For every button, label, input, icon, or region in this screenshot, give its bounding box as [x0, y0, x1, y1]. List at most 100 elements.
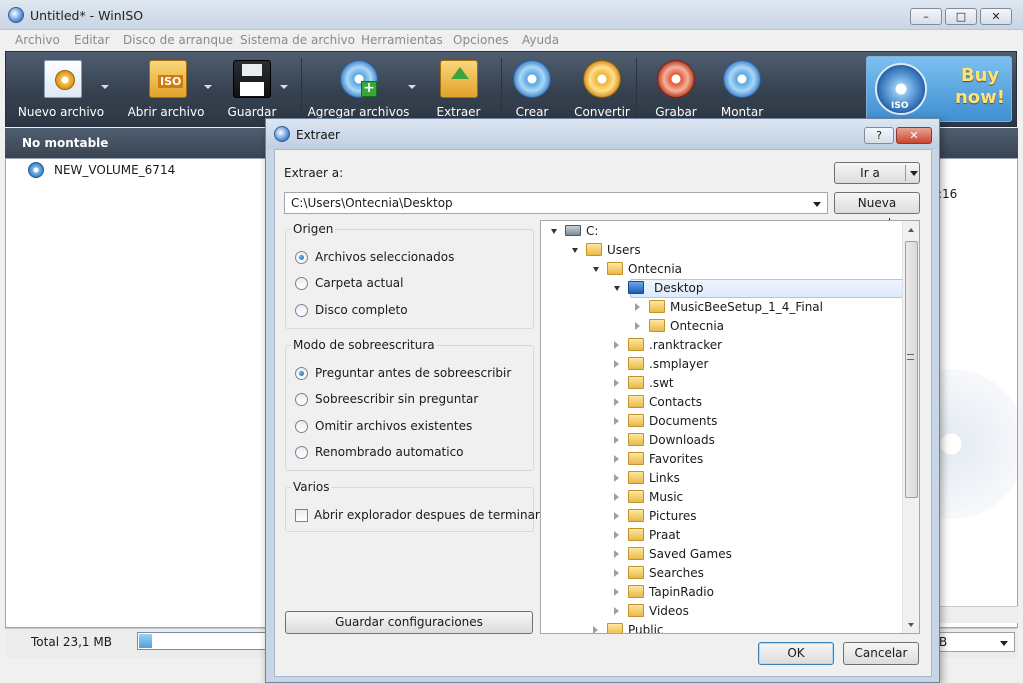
ok-button[interactable]: OK	[758, 642, 834, 665]
folder-tree-node[interactable]: Favorites	[541, 450, 901, 469]
folder-tree-node[interactable]: Pictures	[541, 507, 901, 526]
origin-radio-whole-disc[interactable]	[295, 304, 308, 317]
expand-arrow-icon[interactable]	[614, 607, 619, 615]
scroll-up-arrow-icon[interactable]	[908, 228, 914, 232]
menu-sistema-de-archivo[interactable]: Sistema de archivo	[240, 33, 355, 47]
minimize-button[interactable]: –	[910, 8, 942, 25]
collapse-arrow-icon[interactable]	[614, 286, 620, 291]
expand-arrow-icon[interactable]	[614, 493, 619, 501]
menu-ayuda[interactable]: Ayuda	[522, 33, 559, 47]
expand-arrow-icon[interactable]	[614, 360, 619, 368]
overwrite-option-label[interactable]: Omitir archivos existentes	[315, 419, 472, 433]
folder-tree-node[interactable]: Praat	[541, 526, 901, 545]
iso-tree-pane[interactable]	[5, 158, 270, 628]
folder-tree-node[interactable]: Music	[541, 488, 901, 507]
folder-tree-node[interactable]: .swt	[541, 374, 901, 393]
cancel-button[interactable]: Cancelar	[843, 642, 919, 665]
help-button[interactable]: ?	[864, 127, 894, 144]
origin-option-label[interactable]: Disco completo	[315, 303, 408, 317]
file-list-horizontal-scrollbar[interactable]	[935, 606, 1018, 623]
origin-option-label[interactable]: Archivos seleccionados	[315, 250, 454, 264]
save-settings-button[interactable]: Guardar configuraciones	[285, 611, 533, 634]
overwrite-radio-skip[interactable]	[295, 420, 308, 433]
mount-button[interactable]: Montar	[709, 52, 775, 128]
folder-tree-node[interactable]: .smplayer	[541, 355, 901, 374]
folder-tree-node[interactable]: Saved Games	[541, 545, 901, 564]
burn-button[interactable]: Grabar	[643, 52, 709, 128]
add-files-dropdown-arrow[interactable]	[408, 85, 416, 89]
expand-arrow-icon[interactable]	[614, 455, 619, 463]
open-file-button[interactable]: ISO Abrir archivo	[116, 52, 216, 128]
folder-tree-node[interactable]: Links	[541, 469, 901, 488]
open-explorer-checkbox[interactable]	[295, 509, 308, 522]
collapse-arrow-icon[interactable]	[593, 267, 599, 272]
dialog-close-button[interactable]: ✕	[896, 127, 932, 144]
expand-arrow-icon[interactable]	[614, 531, 619, 539]
folder-tree-node[interactable]: Public	[541, 621, 901, 633]
folder-tree-node[interactable]: .ranktracker	[541, 336, 901, 355]
extract-button[interactable]: Extraer	[426, 52, 491, 128]
menu-opciones[interactable]: Opciones	[453, 33, 509, 47]
scrollbar-thumb[interactable]	[905, 241, 918, 498]
close-button[interactable]: ✕	[980, 8, 1012, 25]
folder-tree-node[interactable]: Videos	[541, 602, 901, 621]
menu-disco-de-arranque[interactable]: Disco de arranque	[123, 33, 233, 47]
maximize-button[interactable]: □	[945, 8, 977, 25]
folder-tree-node[interactable]: Ontecnia	[541, 260, 901, 279]
menu-archivo[interactable]: Archivo	[15, 33, 60, 47]
overwrite-option-label[interactable]: Sobreescribir sin preguntar	[315, 392, 478, 406]
menu-herramientas[interactable]: Herramientas	[361, 33, 443, 47]
expand-arrow-icon[interactable]	[614, 512, 619, 520]
expand-arrow-icon[interactable]	[614, 379, 619, 387]
overwrite-option-label[interactable]: Renombrado automatico	[315, 445, 464, 459]
buy-now-button[interactable]: ISO Buy now!	[866, 56, 1012, 122]
folder-tree-node[interactable]: Documents	[541, 412, 901, 431]
collapse-arrow-icon[interactable]	[572, 248, 578, 253]
save-button[interactable]: Guardar	[220, 52, 284, 128]
folder-tree-node[interactable]: TapinRadio	[541, 583, 901, 602]
folder-tree-vertical-scrollbar[interactable]	[902, 221, 919, 633]
expand-arrow-icon[interactable]	[614, 436, 619, 444]
add-files-button[interactable]: + Agregar archivos	[306, 52, 411, 128]
open-explorer-label[interactable]: Abrir explorador despues de terminar	[314, 508, 540, 522]
folder-tree-node[interactable]: C:	[541, 222, 901, 241]
file-list-pane[interactable]: :16	[935, 158, 1018, 628]
expand-arrow-icon[interactable]	[635, 303, 640, 311]
goto-dropdown-button[interactable]: Ir a	[834, 162, 920, 184]
expand-arrow-icon[interactable]	[614, 417, 619, 425]
overwrite-radio-autorename[interactable]	[295, 446, 308, 459]
open-file-dropdown-arrow[interactable]	[204, 85, 212, 89]
folder-tree-node[interactable]: Ontecnia	[541, 317, 901, 336]
expand-arrow-icon[interactable]	[614, 398, 619, 406]
collapse-arrow-icon[interactable]	[551, 229, 557, 234]
expand-arrow-icon[interactable]	[593, 626, 598, 633]
origin-option-label[interactable]: Carpeta actual	[315, 276, 404, 290]
overwrite-radio-ask[interactable]	[295, 367, 308, 380]
folder-tree-node[interactable]: Downloads	[541, 431, 901, 450]
expand-arrow-icon[interactable]	[635, 322, 640, 330]
convert-button[interactable]: Convertir	[566, 52, 638, 128]
overwrite-option-label[interactable]: Preguntar antes de sobreescribir	[315, 366, 511, 380]
origin-radio-selected-files[interactable]	[295, 251, 308, 264]
folder-tree-node[interactable]: MusicBeeSetup_1_4_Final	[541, 298, 901, 317]
menu-editar[interactable]: Editar	[74, 33, 110, 47]
new-file-button[interactable]: Nuevo archivo	[11, 52, 111, 128]
expand-arrow-icon[interactable]	[614, 569, 619, 577]
extract-path-combobox[interactable]: C:\Users\Ontecnia\Desktop	[284, 192, 828, 214]
folder-tree-node[interactable]: Users	[541, 241, 901, 260]
save-dropdown-arrow[interactable]	[280, 85, 288, 89]
folder-tree[interactable]: C: Users Ontecnia Desktop MusicBeeSetup_1_4_…	[540, 220, 920, 634]
folder-tree-node[interactable]: Searches	[541, 564, 901, 583]
expand-arrow-icon[interactable]	[614, 588, 619, 596]
new-folder-button[interactable]: Nueva carpeta	[834, 192, 920, 230]
overwrite-radio-overwrite[interactable]	[295, 393, 308, 406]
expand-arrow-icon[interactable]	[614, 474, 619, 482]
new-file-dropdown-arrow[interactable]	[101, 85, 109, 89]
expand-arrow-icon[interactable]	[614, 341, 619, 349]
folder-tree-node[interactable]: Contacts	[541, 393, 901, 412]
scroll-down-arrow-icon[interactable]	[908, 623, 914, 627]
chevron-down-icon[interactable]	[813, 202, 821, 207]
folder-tree-node[interactable]: Desktop	[541, 279, 905, 298]
create-button[interactable]: Crear	[506, 52, 558, 128]
origin-radio-current-folder[interactable]	[295, 277, 308, 290]
